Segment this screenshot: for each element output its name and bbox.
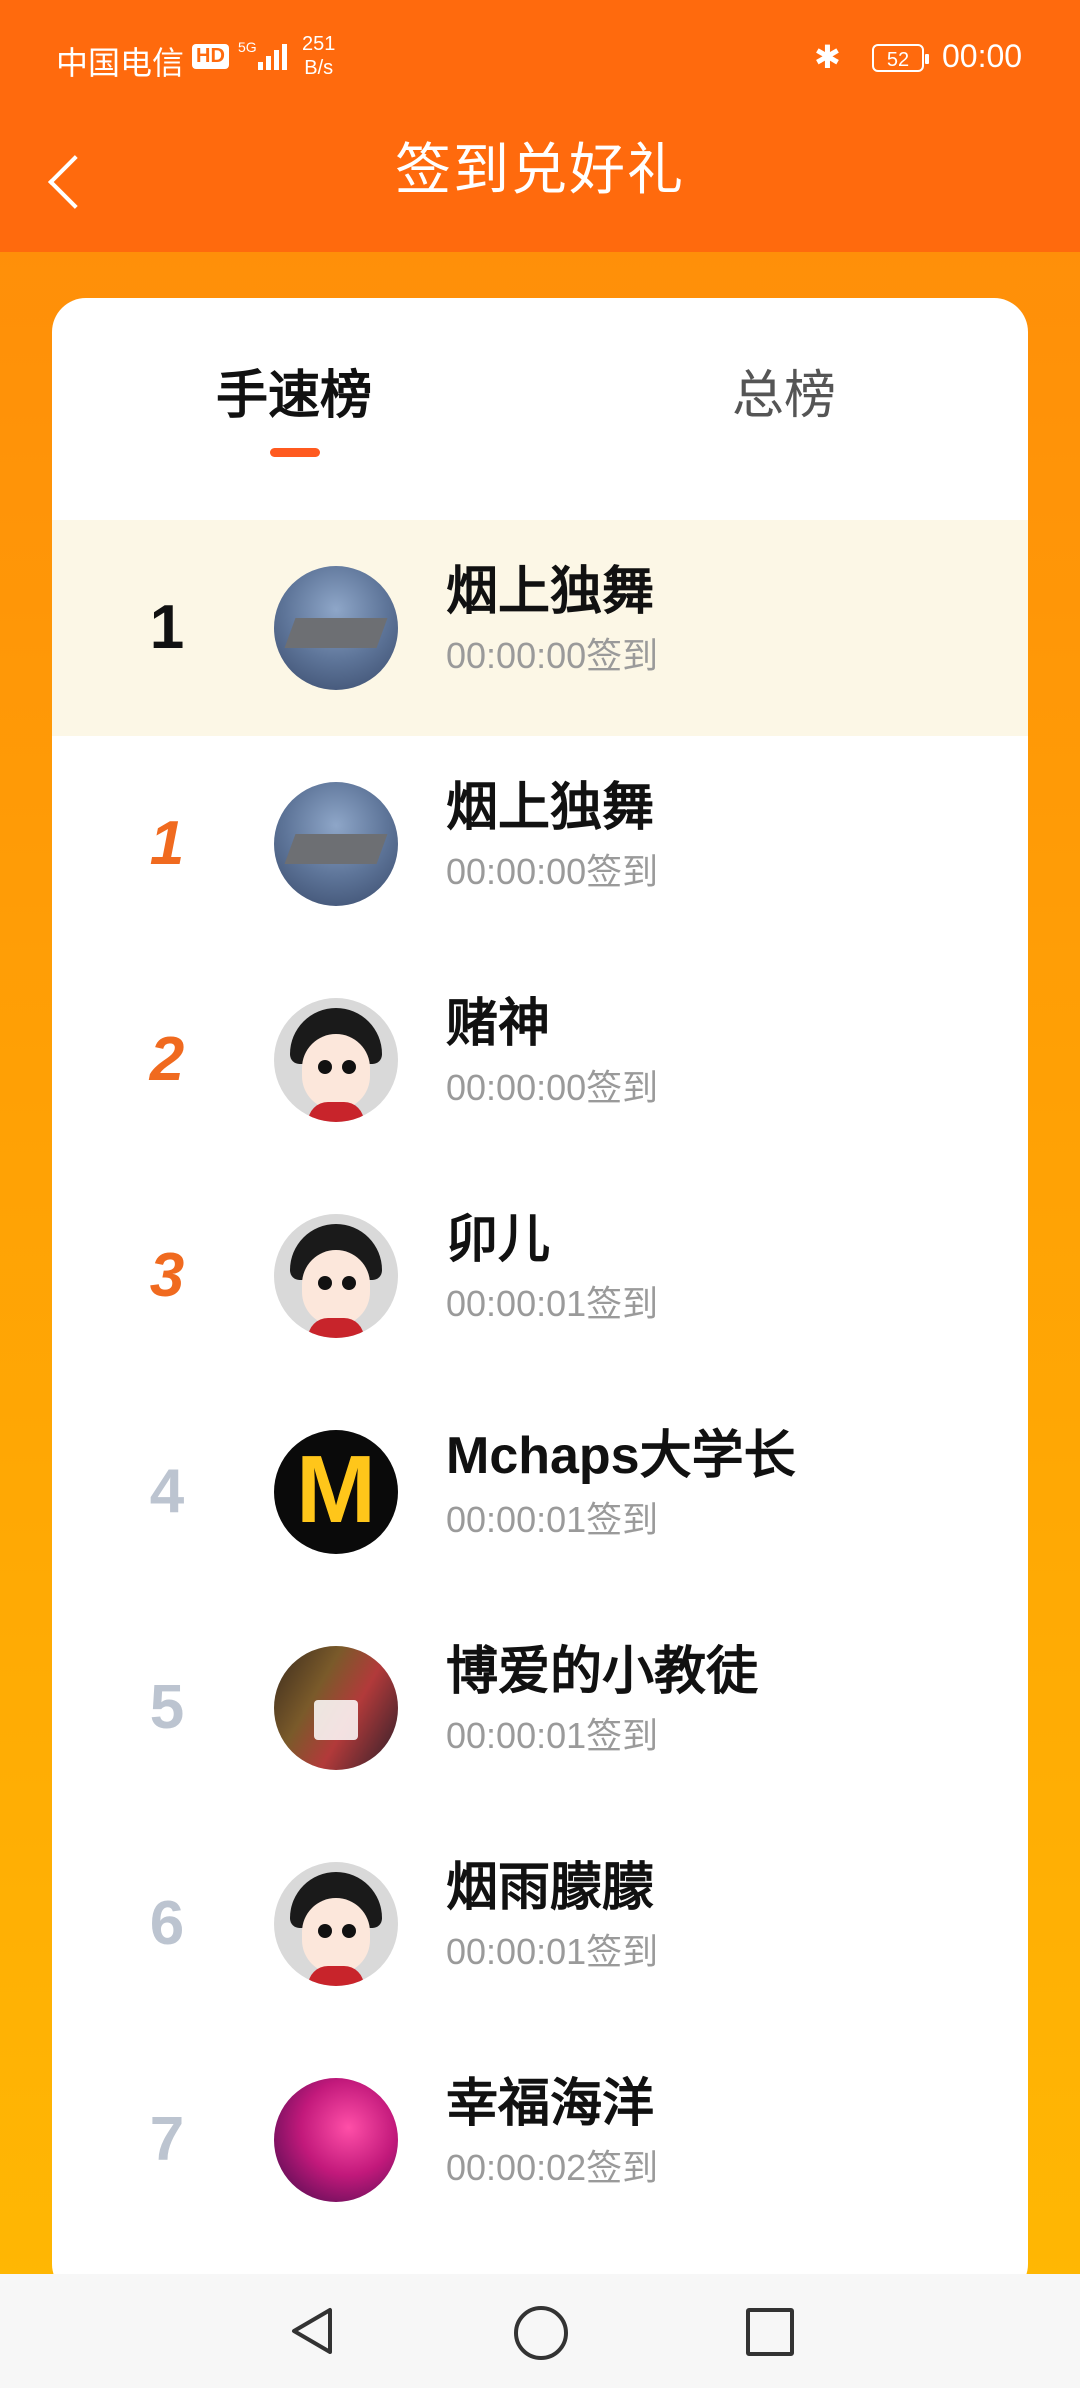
user-name: 幸福海洋 — [446, 2075, 655, 2133]
checkin-time: 00:00:01签到 — [446, 1283, 659, 1324]
checkin-time: 00:00:01签到 — [446, 1931, 659, 1972]
user-name: 烟上独舞 — [446, 779, 655, 837]
network-type: 5G — [238, 39, 257, 55]
ranking-row[interactable]: 4 M Mchaps大学长 00:00:01签到 — [52, 1384, 1028, 1600]
user-name: 卯儿 — [446, 1211, 551, 1269]
user-name: 烟雨朦朦 — [446, 1859, 655, 1917]
signal-icon — [258, 42, 287, 70]
leaderboard-card: 手速榜 总榜 1 烟上独舞 00:00:00签到 1 烟上独舞 00:00:00… — [52, 298, 1028, 2298]
ranking-row[interactable]: 7 幸福海洋 00:00:02签到 — [52, 2032, 1028, 2248]
ranking-list: 1 烟上独舞 00:00:00签到 1 烟上独舞 00:00:00签到 2 赌神… — [52, 520, 1028, 2248]
avatar — [274, 2078, 398, 2202]
active-tab-indicator — [270, 448, 320, 457]
nav-recent-apps-icon[interactable] — [746, 2308, 794, 2356]
user-name: Mchaps大学长 — [446, 1427, 796, 1485]
battery-icon: 52 — [872, 44, 929, 72]
top-bar: 中国电信 HD 5G 251 B/s ✱ 52 00:00 签到兑好礼 — [0, 0, 1080, 252]
avatar: M — [274, 1430, 398, 1554]
user-name: 赌神 — [446, 995, 551, 1053]
checkin-time: 00:00:00签到 — [446, 851, 659, 892]
rank-medal: 3 — [112, 1168, 222, 1384]
avatar — [274, 782, 398, 906]
status-bar: 中国电信 HD 5G 251 B/s ✱ 52 00:00 — [0, 0, 1080, 120]
carrier-name: 中国电信 — [56, 45, 185, 81]
checkin-time: 00:00:02签到 — [446, 2147, 659, 2188]
checkin-time: 00:00:00签到 — [446, 635, 659, 676]
rank-medal: 2 — [112, 952, 222, 1168]
rank-number: 5 — [149, 1673, 185, 1742]
rank-number: 1 — [149, 593, 185, 662]
avatar — [274, 566, 398, 690]
ranking-row[interactable]: 3 卯儿 00:00:01签到 — [52, 1168, 1028, 1384]
page-title: 签到兑好礼 — [395, 138, 685, 201]
avatar — [274, 1214, 398, 1338]
rank-medal: 1 — [112, 736, 222, 952]
checkin-time: 00:00:00签到 — [446, 1067, 659, 1108]
tab-speed-ranking[interactable]: 手速榜 — [216, 356, 372, 436]
net-speed: 251 B/s — [302, 32, 335, 80]
avatar — [274, 1862, 398, 1986]
m-logo: M — [296, 1436, 376, 1543]
nav-back-icon[interactable] — [286, 2304, 340, 2358]
checkin-time: 00:00:01签到 — [446, 1499, 659, 1540]
checkin-time: 00:00:01签到 — [446, 1715, 659, 1756]
net-speed-value: 251 — [302, 33, 336, 55]
rank-number: 4 — [149, 1457, 185, 1526]
user-name: 博爱的小教徒 — [446, 1643, 759, 1701]
ranking-row[interactable]: 2 赌神 00:00:00签到 — [52, 952, 1028, 1168]
ranking-row[interactable]: 6 烟雨朦朦 00:00:01签到 — [52, 1816, 1028, 2032]
status-time: 00:00 — [942, 38, 1023, 74]
net-speed-unit: B/s — [304, 57, 334, 79]
avatar — [274, 1646, 398, 1770]
tab-overall-ranking[interactable]: 总榜 — [732, 356, 836, 436]
hd-badge: HD — [192, 44, 229, 69]
user-name: 烟上独舞 — [446, 563, 655, 621]
my-ranking-row[interactable]: 1 烟上独舞 00:00:00签到 — [52, 520, 1028, 736]
ranking-row[interactable]: 5 博爱的小教徒 00:00:01签到 — [52, 1600, 1028, 1816]
nav-home-icon[interactable] — [514, 2306, 568, 2360]
avatar — [274, 998, 398, 1122]
ranking-row[interactable]: 1 烟上独舞 00:00:00签到 — [52, 736, 1028, 952]
rank-number: 6 — [149, 1889, 185, 1958]
bluetooth-icon: ✱ — [814, 39, 841, 75]
rank-number: 7 — [149, 2105, 185, 2174]
system-nav-bar — [0, 2274, 1080, 2388]
